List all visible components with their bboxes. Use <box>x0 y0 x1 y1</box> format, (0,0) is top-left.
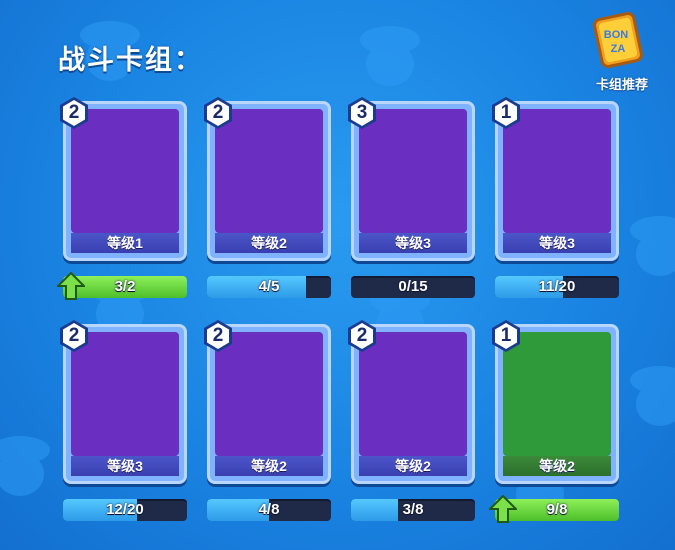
card-level-label: 等级1 <box>71 233 179 253</box>
card-progress-text: 3/8 <box>402 501 424 518</box>
card-level-label: 等级3 <box>503 233 611 253</box>
card[interactable]: 等级2 2 <box>204 97 331 261</box>
card-level-label: 等级3 <box>71 456 179 476</box>
card-progress-bar: 4/8 <box>207 499 331 521</box>
card-progress-bar: 4/5 <box>207 276 331 298</box>
card[interactable]: 等级2 1 <box>492 320 619 484</box>
deck-recommend-badge-icon: BON ZA <box>593 11 643 69</box>
card-progress-text: 4/8 <box>258 501 280 518</box>
card-cost: 2 <box>68 325 80 346</box>
card-cost: 2 <box>212 102 224 123</box>
card-progress-bar: 3/8 <box>351 499 475 521</box>
card-cost: 2 <box>212 325 224 346</box>
card-cost: 2 <box>68 102 80 123</box>
card-level-label: 等级2 <box>359 456 467 476</box>
upgrade-arrow-icon[interactable] <box>489 495 517 523</box>
page-title: 战斗卡组： <box>58 45 203 75</box>
card-progress-text: 12/20 <box>106 501 144 518</box>
card-level-label: 等级2 <box>503 456 611 476</box>
card-progress-bar: 11/20 <box>495 276 619 298</box>
card[interactable]: 等级1 2 <box>60 97 187 261</box>
card[interactable]: 等级3 3 <box>348 97 475 261</box>
upgrade-arrow-icon[interactable] <box>57 272 85 300</box>
badge-text-bottom: ZA <box>611 43 626 55</box>
card-cost: 1 <box>500 325 512 346</box>
card[interactable]: 等级3 1 <box>492 97 619 261</box>
card-progress-text: 11/20 <box>538 278 576 295</box>
card[interactable]: 等级3 2 <box>60 320 187 484</box>
card-progress-bar: 0/15 <box>351 276 475 298</box>
card-level-label: 等级2 <box>215 456 323 476</box>
deck-recommend-label: 卡组推荐 <box>595 77 648 92</box>
card[interactable]: 等级2 2 <box>348 320 475 484</box>
card-cost: 3 <box>356 102 368 123</box>
card-cost: 2 <box>356 325 368 346</box>
badge-text-top: BON <box>604 29 629 41</box>
card-progress-bar: 12/20 <box>63 499 187 521</box>
card-level-label: 等级3 <box>359 233 467 253</box>
card-level-label: 等级2 <box>215 233 323 253</box>
deck-recommend-button[interactable]: BON ZA 卡组推荐 <box>582 10 662 92</box>
card-cost: 1 <box>500 102 512 123</box>
card[interactable]: 等级2 2 <box>204 320 331 484</box>
card-progress-text: 4/5 <box>258 278 280 295</box>
card-progress-text: 0/15 <box>398 278 428 295</box>
